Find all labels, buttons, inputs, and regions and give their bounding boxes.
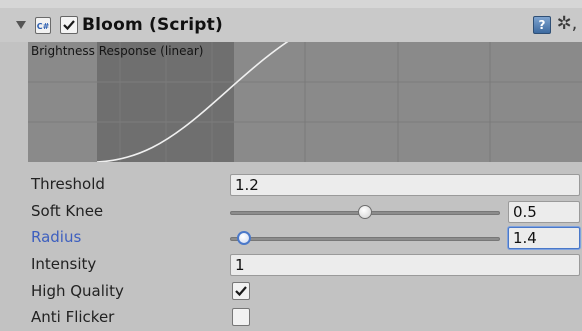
anti-flicker-row: Anti Flicker xyxy=(0,305,582,331)
soft-knee-field[interactable]: 0.5 xyxy=(508,201,580,223)
anti-flicker-checkbox[interactable] xyxy=(232,308,250,326)
component-enabled-checkbox[interactable] xyxy=(60,16,78,34)
radius-slider-track[interactable] xyxy=(230,237,500,241)
high-quality-label: High Quality xyxy=(31,282,124,300)
high-quality-checkbox[interactable] xyxy=(232,282,250,300)
soft-knee-slider-thumb[interactable] xyxy=(358,205,372,219)
component-title: Bloom (Script) xyxy=(82,15,223,35)
gear-icon[interactable]: ✲, xyxy=(556,13,578,35)
script-icon-glyph: C# xyxy=(36,22,50,31)
intensity-row: Intensity 1 xyxy=(0,252,582,278)
radius-slider-thumb[interactable] xyxy=(236,231,251,245)
radius-field[interactable]: 1.4 xyxy=(508,227,580,249)
checkmark-icon xyxy=(235,286,247,297)
radius-row: Radius 1.4 xyxy=(0,225,582,251)
graph-canvas xyxy=(28,42,582,162)
help-icon[interactable]: ? xyxy=(533,16,551,34)
threshold-field[interactable]: 1.2 xyxy=(230,174,580,196)
component-header[interactable]: C# Bloom (Script) ? ✲, xyxy=(0,8,582,42)
intensity-field[interactable]: 1 xyxy=(230,254,580,276)
soft-knee-label: Soft Knee xyxy=(31,202,104,220)
checkmark-icon xyxy=(63,20,75,31)
threshold-label: Threshold xyxy=(31,175,105,193)
brightness-response-graph: Brightness Response (linear) xyxy=(28,42,582,162)
anti-flicker-label: Anti Flicker xyxy=(31,308,115,326)
high-quality-row: High Quality xyxy=(0,279,582,305)
threshold-row: Threshold 1.2 xyxy=(0,172,582,198)
radius-label: Radius xyxy=(31,228,82,246)
top-strip xyxy=(0,0,582,8)
foldout-arrow-icon[interactable] xyxy=(16,21,26,29)
soft-knee-row: Soft Knee 0.5 xyxy=(0,199,582,225)
intensity-label: Intensity xyxy=(31,255,97,273)
graph-title: Brightness Response (linear) xyxy=(31,44,204,58)
script-icon: C# xyxy=(35,17,51,34)
